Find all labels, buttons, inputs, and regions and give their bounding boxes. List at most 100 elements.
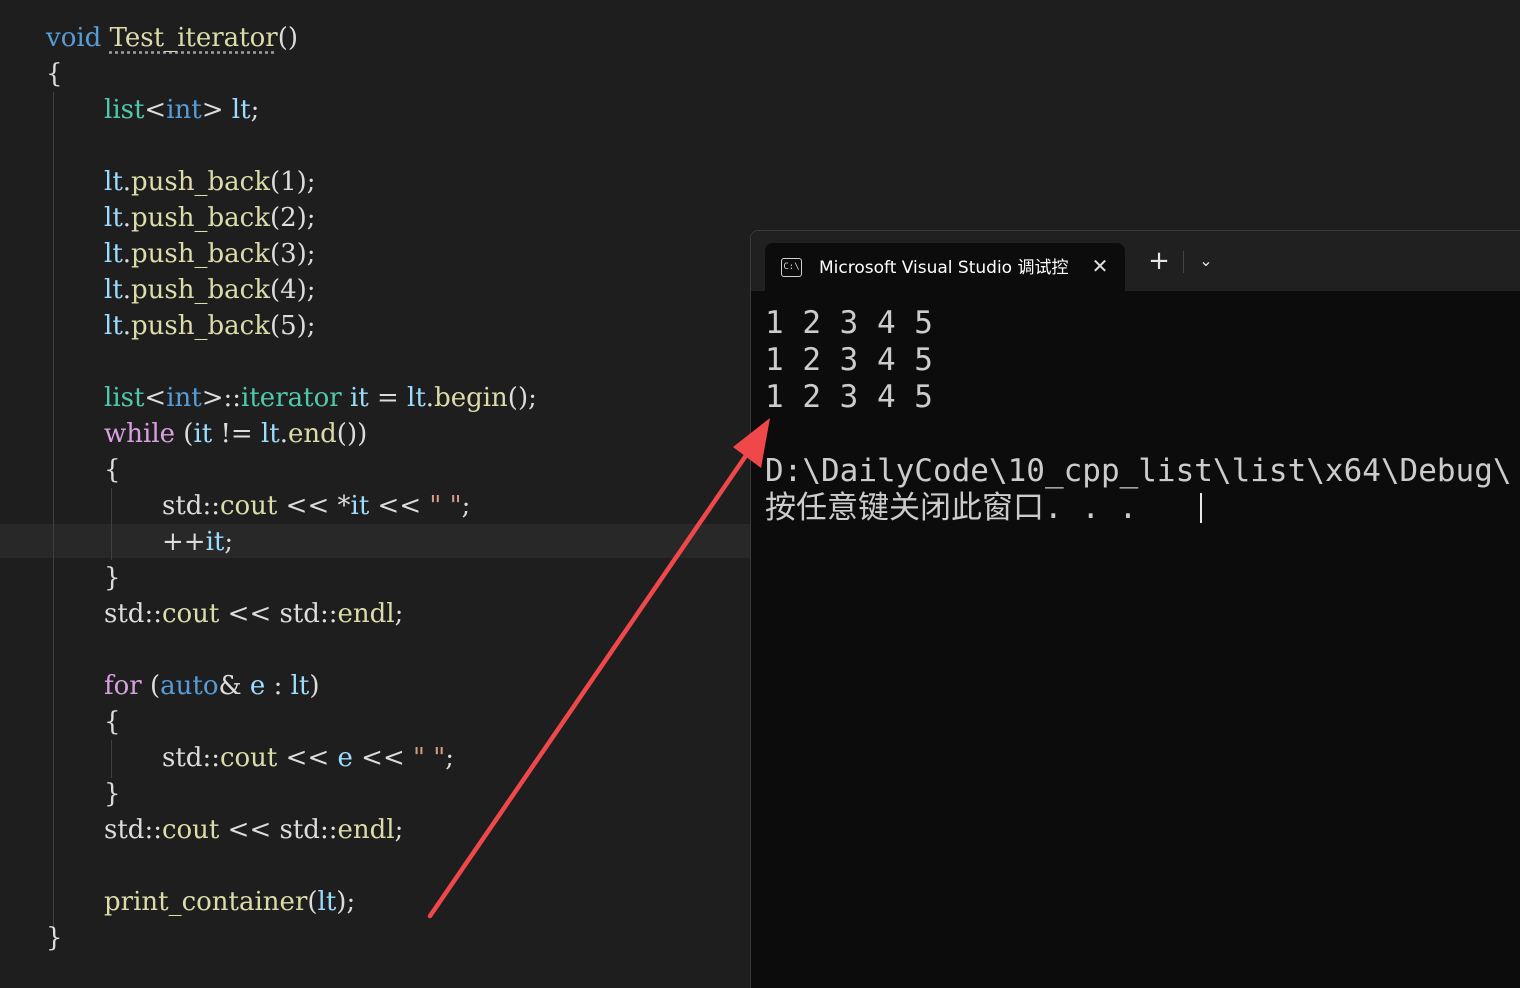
code-token: " " (413, 743, 446, 773)
code-token: . (122, 167, 132, 197)
code-token: list (104, 383, 145, 413)
code-token: std (104, 815, 145, 845)
code-token: it (205, 527, 225, 557)
code-token: Test_iterator (109, 23, 278, 53)
code-token: = (368, 383, 408, 413)
code-token: ; (461, 491, 471, 521)
code-token: :: (319, 599, 338, 629)
console-tab[interactable]: C:\ Microsoft Visual Studio 调试控制台 ✕ (765, 243, 1125, 291)
code-token: cout (161, 599, 220, 629)
new-tab-button[interactable]: + (1145, 247, 1173, 275)
code-line[interactable]: { (46, 56, 63, 92)
code-line[interactable]: std::cout << e << " "; (162, 740, 454, 776)
code-token: cout (219, 743, 278, 773)
code-token: ( (141, 671, 161, 701)
code-token: std (279, 815, 320, 845)
code-token: (1); (269, 167, 316, 197)
code-token: : (265, 671, 291, 701)
code-line[interactable]: std::cout << std::endl; (104, 812, 403, 848)
code-line[interactable]: } (46, 920, 63, 956)
code-token: std (162, 491, 203, 521)
debug-console-window[interactable]: C:\ Microsoft Visual Studio 调试控制台 ✕ + ⌄ … (750, 230, 1520, 988)
code-token: (4); (269, 275, 316, 305)
code-token: . (122, 275, 132, 305)
code-token: . (122, 311, 132, 341)
code-token: . (122, 203, 132, 233)
code-token: ( (307, 887, 318, 917)
text-cursor (1200, 493, 1202, 523)
code-token: :: (202, 491, 220, 521)
code-line[interactable]: ++it; (162, 524, 233, 560)
code-line[interactable]: list<int>::iterator it = lt.begin(); (104, 380, 537, 416)
code-token: ); (336, 887, 356, 917)
code-token: << (219, 815, 280, 845)
code-token: int (166, 95, 202, 125)
code-token: while (104, 419, 176, 449)
code-token: ; (445, 743, 454, 773)
code-token: ; (250, 95, 260, 125)
code-line[interactable]: print_container(lt); (104, 884, 355, 920)
code-token: auto (160, 671, 219, 701)
code-token: push_back (131, 203, 270, 233)
code-token: ; (224, 527, 234, 557)
code-token: list (104, 95, 145, 125)
code-line[interactable]: { (104, 452, 121, 488)
code-line[interactable]: } (104, 560, 121, 596)
console-output-line: 1 2 3 4 5 (765, 305, 933, 341)
code-token: { (46, 59, 63, 89)
code-token: " " (429, 491, 462, 521)
code-token: lt (104, 167, 123, 197)
code-token: << (219, 599, 280, 629)
code-line[interactable]: lt.push_back(3); (104, 236, 316, 272)
code-token: () (277, 23, 298, 53)
code-token: void (46, 23, 102, 53)
indent-guide (111, 740, 112, 778)
code-token: push_back (131, 167, 270, 197)
code-line[interactable]: list<int> lt; (104, 92, 259, 128)
code-token: print_container (104, 887, 308, 917)
code-line[interactable]: std::cout << std::endl; (104, 596, 403, 632)
code-line[interactable]: std::cout << *it << " "; (162, 488, 470, 524)
code-line[interactable]: void Test_iterator() (46, 20, 298, 56)
code-line[interactable]: lt.push_back(5); (104, 308, 316, 344)
code-token: lt (104, 239, 123, 269)
code-token: >:: (201, 383, 242, 413)
code-token: != (212, 419, 261, 449)
code-token: lt (290, 671, 310, 701)
code-token: it (350, 491, 370, 521)
code-token: } (46, 923, 63, 953)
code-line[interactable]: } (104, 776, 121, 812)
console-output-line: 1 2 3 4 5 (765, 379, 933, 415)
code-line[interactable]: lt.push_back(2); (104, 200, 316, 236)
code-token: lt (104, 275, 123, 305)
code-token: ++ (162, 527, 206, 557)
code-token: . (279, 419, 289, 449)
code-token: int (166, 383, 202, 413)
console-tab-bar: C:\ Microsoft Visual Studio 调试控制台 ✕ + ⌄ (751, 231, 1520, 291)
chevron-down-icon[interactable]: ⌄ (1193, 247, 1219, 275)
code-line[interactable]: while (it != lt.end()) (104, 416, 367, 452)
code-token: std (279, 599, 320, 629)
console-output-line: D:\DailyCode\10_cpp_list\list\x64\Debug\ (765, 453, 1512, 489)
code-token: it (193, 419, 213, 449)
code-token: iterator (241, 383, 342, 413)
code-token: :: (319, 815, 338, 845)
code-token: e (249, 671, 266, 701)
close-icon[interactable]: ✕ (1087, 253, 1113, 279)
code-token: > (201, 95, 232, 125)
code-line[interactable]: lt.push_back(4); (104, 272, 316, 308)
code-line[interactable]: for (auto& e : lt) (104, 668, 320, 704)
code-token: } (104, 779, 121, 809)
code-line[interactable]: { (104, 704, 121, 740)
code-token: << (369, 491, 430, 521)
code-token: endl (337, 815, 395, 845)
code-token: < (144, 383, 167, 413)
code-line[interactable]: lt.push_back(1); (104, 164, 316, 200)
code-token: lt (260, 419, 280, 449)
code-token: ; (394, 599, 404, 629)
code-token: it (349, 383, 369, 413)
terminal-icon: C:\ (781, 258, 802, 277)
code-token: << * (277, 491, 351, 521)
code-token: ( (175, 419, 194, 449)
